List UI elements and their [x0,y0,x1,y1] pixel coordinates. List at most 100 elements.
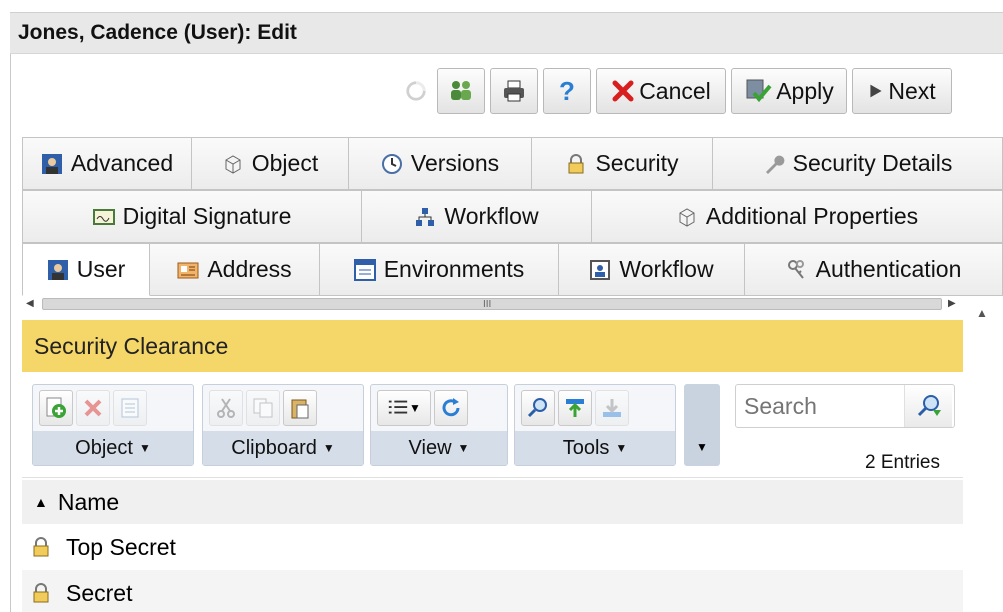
grip-icon: III [483,299,492,310]
scrollbar-thumb[interactable]: III [42,298,942,310]
padlock-icon [568,153,584,173]
tab-label: Versions [410,150,500,176]
tab-security-details[interactable]: Security Details [713,137,1003,190]
tab-label: Authentication [815,256,962,282]
paste-icon [291,399,309,419]
tab-environments[interactable]: Environments [320,243,559,296]
ribbon-overflow-button[interactable]: ▼ [684,384,720,466]
tab-additional-properties[interactable]: Additional Properties [592,190,1003,243]
workflow-tree-icon [416,207,435,226]
list-item[interactable]: Top Secret [22,524,963,570]
refresh-button[interactable] [434,390,468,426]
top-toolbar: ? Cancel Apply Next [400,67,952,115]
tab-object[interactable]: Object [192,137,349,190]
wrench-icon [765,155,785,174]
workflow-user-icon [590,259,611,280]
copy-button[interactable] [246,390,280,426]
tab-row-1: Advanced Object Versions Security Securi… [22,137,1003,190]
printer-icon [504,80,524,102]
cancel-label: Cancel [639,77,711,104]
tab-row-2: Digital Signature Workflow Additional Pr… [22,190,1003,243]
tab-label: Workflow [619,256,714,282]
object-menu-button[interactable]: Object ▼ [33,431,193,465]
tab-strip: Advanced Object Versions Security Securi… [22,137,1003,296]
object-menu-label: Object [75,436,133,459]
print-button[interactable] [490,68,538,114]
list-view-icon [388,400,408,414]
tab-label: Workflow [444,203,539,229]
clock-icon [381,153,402,174]
scissors-icon [217,398,235,418]
tab-label: User [76,256,126,282]
apply-button[interactable]: Apply [731,68,847,114]
cancel-x-icon [612,80,634,102]
search-icon [917,395,941,417]
dropdown-caret-icon: ▼ [322,441,335,455]
tab-authentication[interactable]: Authentication [745,243,1003,296]
horizontal-scrollbar[interactable]: ◀ III ▶ [22,294,967,314]
tools-menu-button[interactable]: Tools ▼ [515,431,675,465]
refresh-icon [442,398,460,417]
tab-label: Security Details [792,150,953,176]
search-input[interactable] [736,385,904,427]
tab-address[interactable]: Address [150,243,320,296]
list-item-name: Secret [66,579,133,606]
clipboard-menu-label: Clipboard [231,436,317,459]
view-mode-button[interactable]: ▼ [377,390,431,426]
help-icon: ? [559,75,575,106]
tab-label: Security [595,150,679,176]
magnifier-icon [527,398,547,418]
list-column-header[interactable]: ▲ Name [22,480,963,524]
cube-icon [679,207,695,227]
apply-label: Apply [776,77,834,104]
play-arrow-icon [870,84,882,98]
add-icon [46,397,66,418]
delete-icon [84,399,102,417]
tab-versions[interactable]: Versions [349,137,532,190]
next-button[interactable]: Next [852,68,952,114]
add-object-button[interactable] [39,390,73,426]
next-label: Next [888,77,936,104]
user-card-icon [41,153,62,174]
tools-menu-label: Tools [562,436,610,459]
search-button[interactable] [904,385,952,427]
view-menu-button[interactable]: View ▼ [371,431,507,465]
ribbon-toolbar: Object ▼ Clipboard ▼ ▼ View ▼ Tools ▼ ▼ … [22,372,963,478]
clipboard-menu-button[interactable]: Clipboard ▼ [203,431,363,465]
cut-button[interactable] [209,390,243,426]
tab-label: Advanced [70,150,174,176]
scroll-left-icon[interactable]: ◀ [26,298,34,309]
help-button[interactable]: ? [543,68,591,114]
properties-object-button[interactable] [113,390,147,426]
window-title: Jones, Cadence (User): Edit [18,21,297,44]
delete-object-button[interactable] [76,390,110,426]
tab-workflow-top[interactable]: Workflow [362,190,592,243]
tab-security[interactable]: Security [532,137,713,190]
tools-group: Tools ▼ [514,384,676,466]
loading-spinner-icon [400,68,432,114]
cancel-button[interactable]: Cancel [596,68,726,114]
apply-check-icon [746,79,772,103]
tab-user[interactable]: User [22,243,150,296]
move-up-button[interactable] [558,390,592,426]
properties-icon [121,398,139,418]
search-box [735,384,955,428]
section-header: Security Clearance [22,320,963,372]
tab-row-3: User Address Environments Workflow Authe… [22,243,1003,296]
scroll-right-icon[interactable]: ▶ [948,298,956,309]
find-button[interactable] [521,390,555,426]
tab-digital-signature[interactable]: Digital Signature [22,190,362,243]
tab-label: Environments [383,256,525,282]
tab-label: Address [207,256,292,282]
paste-button[interactable] [283,390,317,426]
environments-icon [353,258,376,281]
list-item[interactable]: Secret [22,570,963,612]
tab-workflow[interactable]: Workflow [559,243,745,296]
move-down-button[interactable] [595,390,629,426]
tab-advanced[interactable]: Advanced [22,137,192,190]
address-card-icon [177,262,199,278]
tab-label: Object [251,150,319,176]
scroll-up-icon[interactable]: ▲ [976,306,988,320]
window-title-bar: Jones, Cadence (User): Edit [10,12,1003,54]
users-button[interactable] [437,68,485,114]
